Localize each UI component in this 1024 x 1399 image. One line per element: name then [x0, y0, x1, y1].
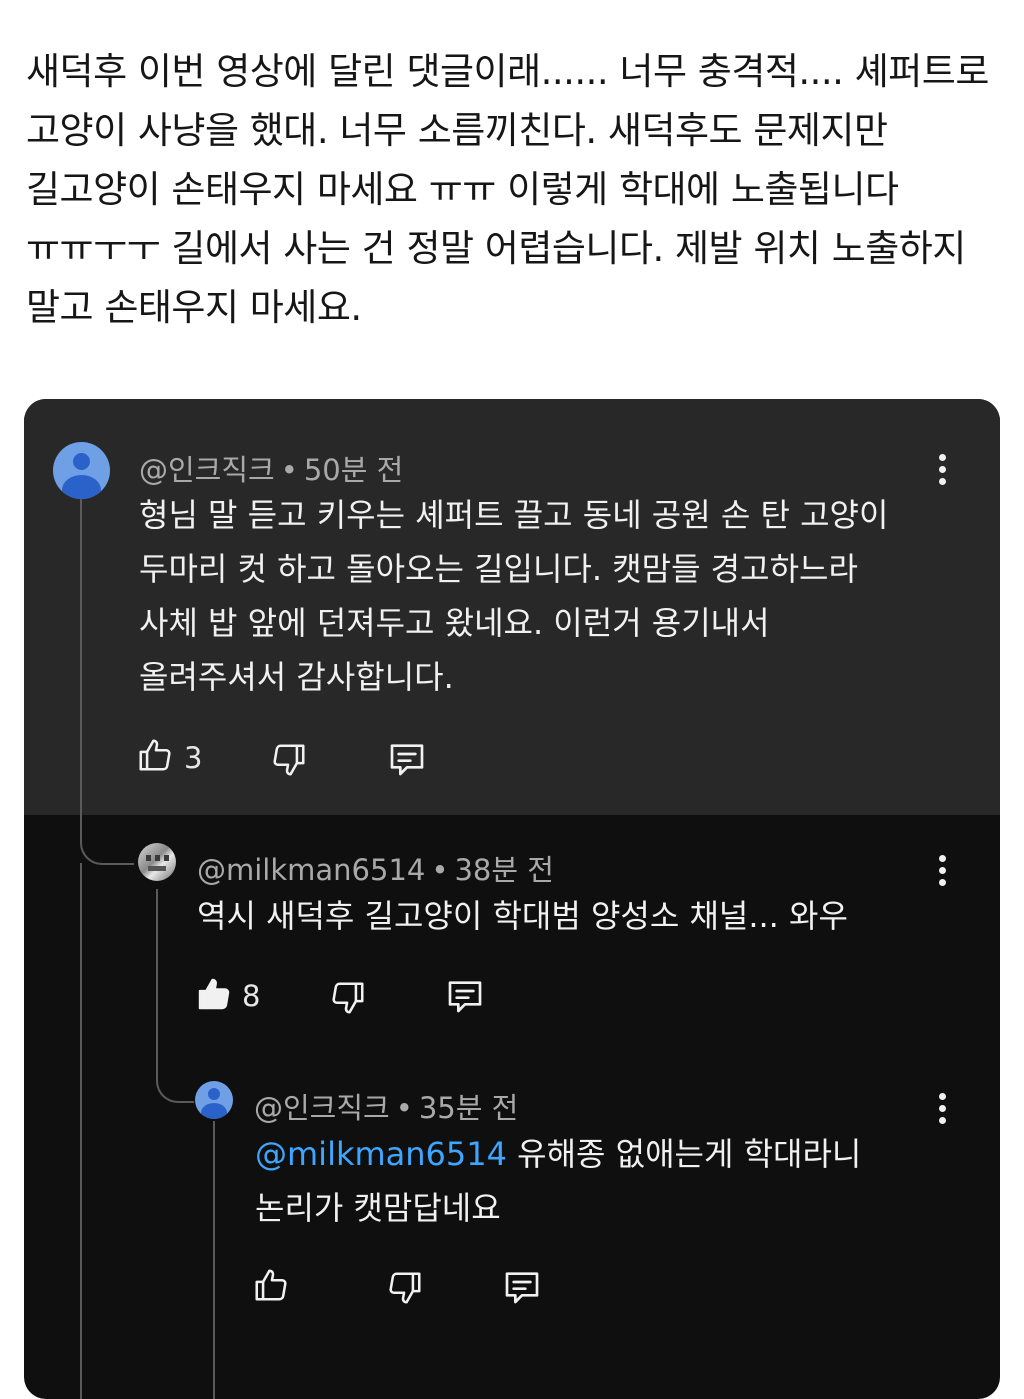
thread-line: [213, 1121, 215, 1399]
comment-time: 35분 전: [418, 1091, 519, 1125]
avatar[interactable]: [138, 843, 176, 881]
thread-line: [80, 499, 82, 835]
thread-line: [80, 863, 82, 1399]
thumbs-down-icon[interactable]: [329, 979, 367, 1017]
thumbs-up-icon[interactable]: [195, 975, 233, 1013]
comment-time: 38분 전: [454, 853, 554, 887]
avatar[interactable]: [195, 1081, 233, 1119]
like-count: 8: [242, 979, 261, 1013]
comment-text: 역시 새덕후 길고양이 학대범 양성소 채널... 와우: [197, 897, 848, 935]
comment-author[interactable]: @인크직크: [139, 453, 275, 487]
reply-icon[interactable]: [501, 1267, 543, 1307]
thread-line: [156, 889, 158, 1049]
more-vertical-icon[interactable]: [938, 454, 946, 490]
post-text: 새덕후 이번 영상에 달린 댓글이래...... 너무 충격적.... 셰퍼트로…: [26, 50, 989, 329]
reply-icon[interactable]: [386, 739, 428, 779]
comment-text: @milkman6514 유해종 없애는게 학대라니 논리가 캣맘답네요: [255, 1135, 862, 1227]
thumbs-up-icon[interactable]: [252, 1266, 290, 1304]
comment-meta: @인크직크 • 35분 전: [254, 1091, 519, 1125]
mention-link[interactable]: @milkman6514: [255, 1135, 507, 1173]
comment-time: 50분 전: [303, 453, 404, 487]
avatar[interactable]: [53, 442, 110, 499]
comment-author[interactable]: @milkman6514: [197, 853, 425, 887]
thread-curve: [80, 819, 134, 865]
thumbs-up-icon[interactable]: [136, 736, 174, 774]
more-vertical-icon[interactable]: [938, 1093, 946, 1129]
comment-text: 형님 말 듣고 키우는 셰퍼트 끌고 동네 공원 손 탄 고양이 두마리 컷 하…: [139, 496, 889, 696]
like-count: 3: [184, 741, 203, 775]
thumbs-down-icon[interactable]: [270, 741, 308, 779]
comment-author[interactable]: @인크직크: [254, 1091, 390, 1125]
more-vertical-icon[interactable]: [938, 855, 946, 891]
comment-meta: @milkman6514 • 38분 전: [197, 853, 554, 887]
thumbs-down-icon[interactable]: [386, 1269, 424, 1307]
thread-curve: [156, 1049, 194, 1103]
reply-icon[interactable]: [444, 976, 486, 1016]
comment-meta: @인크직크 • 50분 전: [139, 453, 404, 487]
comments-panel: @인크직크 • 50분 전 형님 말 듣고 키우는 셰퍼트 끌고 동네 공원 손 탄…: [24, 399, 1000, 1399]
